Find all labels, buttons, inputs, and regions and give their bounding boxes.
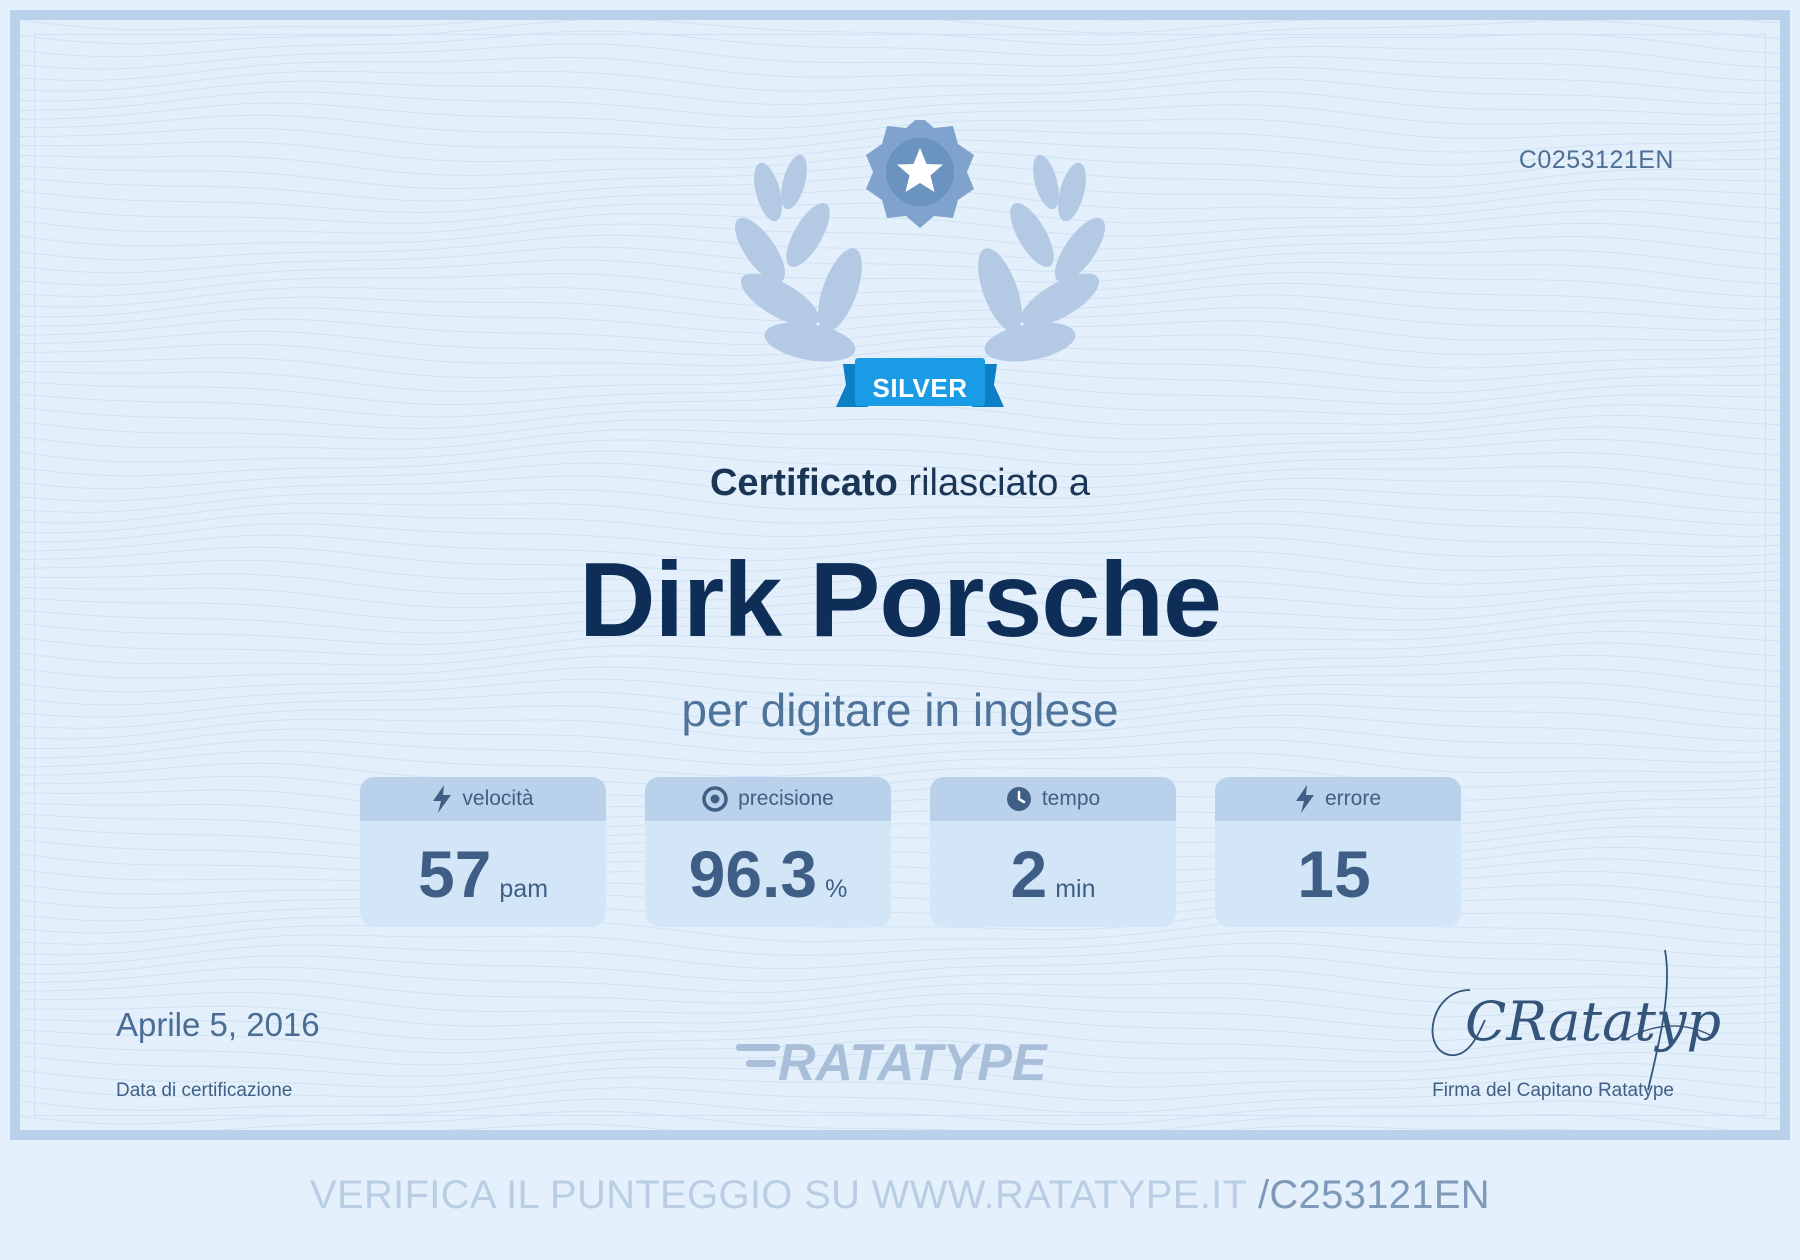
verify-score-line: VERIFICA IL PUNTEGGIO SU WWW.RATATYPE.IT… <box>0 1173 1800 1218</box>
stat-unit: pam <box>499 875 549 903</box>
clock-icon <box>1006 787 1031 811</box>
stat-body: 15 <box>1215 821 1461 927</box>
issued-rest: rilasciato a <box>897 462 1091 504</box>
stat-accuracy: precisione 96.3 % <box>645 777 891 927</box>
certification-date-label: Data di certificazione <box>116 1080 293 1101</box>
certificate-subtitle: per digitare in inglese <box>681 684 1119 736</box>
badge-label: SILVER <box>872 373 968 403</box>
silver-badge-emblem: SILVER <box>730 116 1110 430</box>
stat-time: tempo 2 min <box>930 777 1176 927</box>
stat-header: precisione <box>645 777 891 821</box>
verify-text: VERIFICA IL PUNTEGGIO SU WWW.RATATYPE.IT <box>310 1173 1258 1217</box>
ratatype-logo: RATATYPE <box>736 1034 1048 1090</box>
stat-unit: min <box>1055 875 1096 903</box>
recipient-name: Dirk Porsche <box>579 541 1222 659</box>
target-icon <box>702 786 728 812</box>
verify-code: /C253121EN <box>1257 1173 1490 1217</box>
stat-body: 2 min <box>930 821 1176 927</box>
stat-value: 96.3 <box>688 837 818 911</box>
stats-row: velocità 57 pam precisione 96.3 % tempo <box>360 777 1480 927</box>
signature-text: CRatatype <box>1465 990 1720 1053</box>
certificate-code: C0253121EN <box>1518 146 1674 174</box>
stat-speed: velocità 57 pam <box>360 777 606 927</box>
logo-text: RATATYPE <box>778 1034 1048 1090</box>
stat-value: 2 <box>1010 837 1048 911</box>
stat-value: 15 <box>1297 837 1371 911</box>
stat-unit: % <box>825 875 848 903</box>
stat-value: 57 <box>417 837 492 911</box>
issued-bold: Certificato <box>709 462 898 504</box>
lightning-icon <box>1295 785 1314 813</box>
stat-header: velocità <box>360 777 606 821</box>
certificate-card: C0253121EN SILVER Certificato rilasciato… <box>10 10 1790 1140</box>
stat-body: 57 pam <box>360 821 606 927</box>
stat-label: errore <box>1324 787 1382 810</box>
issued-to-heading: Certificato rilasciato a <box>20 462 1780 505</box>
signature-label: Firma del Capitano Ratatype <box>1432 1080 1674 1101</box>
stat-errors: errore 15 <box>1215 777 1461 927</box>
stat-label: tempo <box>1041 787 1101 810</box>
stat-header: errore <box>1215 777 1461 821</box>
certification-date: Aprile 5, 2016 <box>116 1006 320 1043</box>
stat-body: 96.3 % <box>645 821 891 927</box>
stat-header: tempo <box>930 777 1176 821</box>
stat-label: precisione <box>738 787 834 810</box>
stat-label: velocità <box>462 787 534 810</box>
lightning-icon <box>433 785 452 813</box>
